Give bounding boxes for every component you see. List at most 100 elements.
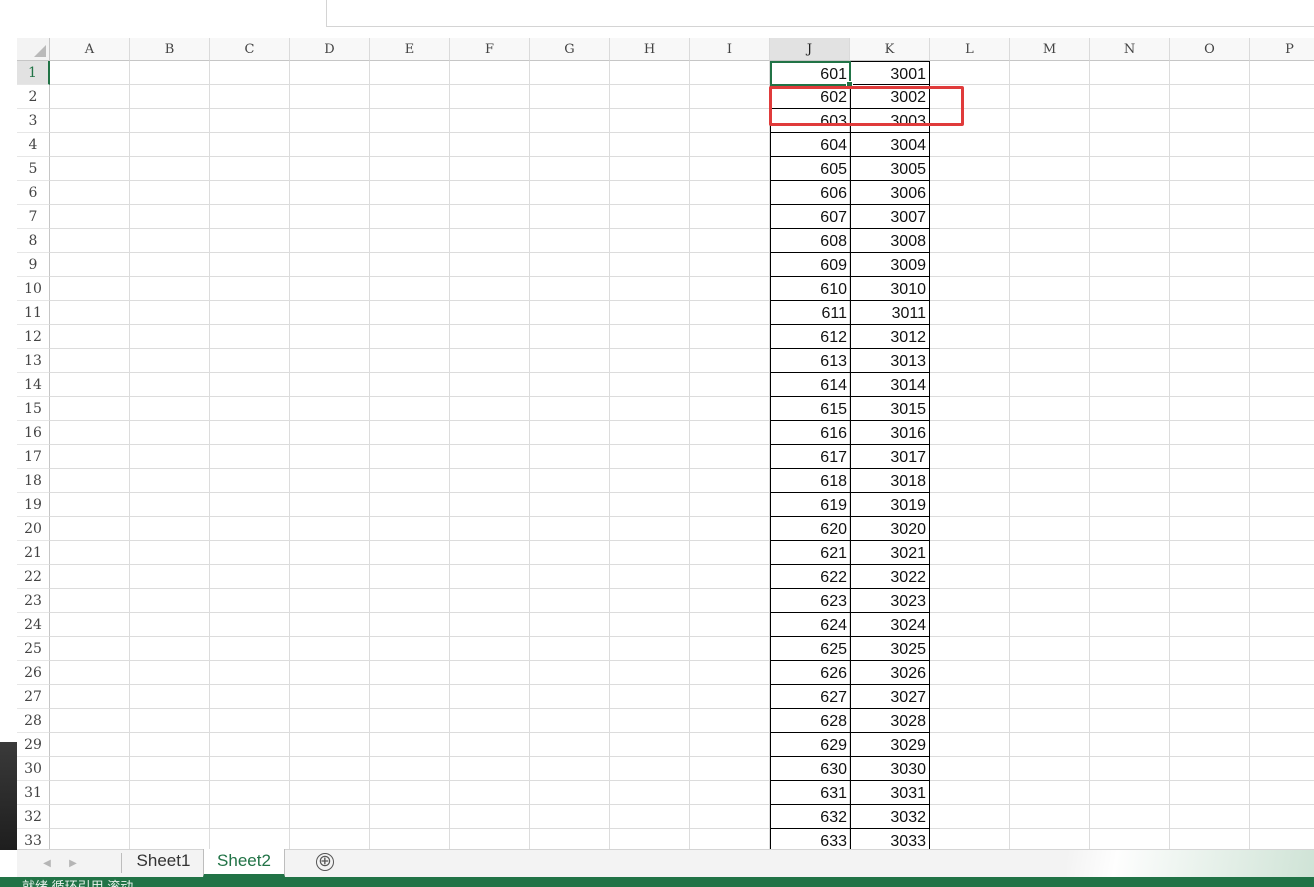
row-header-3[interactable]: 3 — [17, 109, 50, 133]
cell-k11[interactable]: 3011 — [850, 301, 930, 325]
cell-j32[interactable]: 632 — [770, 805, 850, 829]
row-header-27[interactable]: 27 — [17, 685, 50, 709]
tab-scroll-right-icon[interactable]: ▶ — [63, 855, 83, 873]
cell-j21[interactable]: 621 — [770, 541, 850, 565]
cell-k10[interactable]: 3010 — [850, 277, 930, 301]
column-header-e[interactable]: E — [370, 38, 450, 61]
cell-k13[interactable]: 3013 — [850, 349, 930, 373]
row-header-31[interactable]: 31 — [17, 781, 50, 805]
add-sheet-icon[interactable]: ⊕ — [316, 853, 334, 871]
row-header-21[interactable]: 21 — [17, 541, 50, 565]
cell-j2[interactable]: 602 — [770, 85, 850, 109]
row-header-18[interactable]: 18 — [17, 469, 50, 493]
tab-sheet1[interactable]: Sheet1 — [124, 849, 204, 877]
column-header-k[interactable]: K — [850, 38, 930, 61]
cell-k16[interactable]: 3016 — [850, 421, 930, 445]
row-header-4[interactable]: 4 — [17, 133, 50, 157]
column-header-a[interactable]: A — [50, 38, 130, 61]
column-header-l[interactable]: L — [930, 38, 1010, 61]
cell-k17[interactable]: 3017 — [850, 445, 930, 469]
row-header-33[interactable]: 33 — [17, 829, 50, 849]
cell-j9[interactable]: 609 — [770, 253, 850, 277]
tab-sheet2[interactable]: Sheet2 — [203, 849, 285, 877]
cell-k31[interactable]: 3031 — [850, 781, 930, 805]
row-header-23[interactable]: 23 — [17, 589, 50, 613]
cell-k18[interactable]: 3018 — [850, 469, 930, 493]
row-header-8[interactable]: 8 — [17, 229, 50, 253]
column-header-n[interactable]: N — [1090, 38, 1170, 61]
tab-scroll-left-icon[interactable]: ◀ — [37, 855, 57, 873]
column-header-i[interactable]: I — [690, 38, 770, 61]
cell-j24[interactable]: 624 — [770, 613, 850, 637]
cell-k24[interactable]: 3024 — [850, 613, 930, 637]
cell-j33[interactable]: 633 — [770, 829, 850, 849]
cell-j6[interactable]: 606 — [770, 181, 850, 205]
cell-k14[interactable]: 3014 — [850, 373, 930, 397]
cell-j8[interactable]: 608 — [770, 229, 850, 253]
row-header-6[interactable]: 6 — [17, 181, 50, 205]
row-header-20[interactable]: 20 — [17, 517, 50, 541]
cell-k32[interactable]: 3032 — [850, 805, 930, 829]
cell-j7[interactable]: 607 — [770, 205, 850, 229]
column-header-j[interactable]: J — [770, 38, 850, 61]
cell-j4[interactable]: 604 — [770, 133, 850, 157]
cell-j25[interactable]: 625 — [770, 637, 850, 661]
cell-k15[interactable]: 3015 — [850, 397, 930, 421]
cell-j29[interactable]: 629 — [770, 733, 850, 757]
row-header-11[interactable]: 11 — [17, 301, 50, 325]
cell-k19[interactable]: 3019 — [850, 493, 930, 517]
row-header-7[interactable]: 7 — [17, 205, 50, 229]
cell-k22[interactable]: 3022 — [850, 565, 930, 589]
cell-k12[interactable]: 3012 — [850, 325, 930, 349]
cell-k23[interactable]: 3023 — [850, 589, 930, 613]
row-header-25[interactable]: 25 — [17, 637, 50, 661]
cell-j19[interactable]: 619 — [770, 493, 850, 517]
row-header-28[interactable]: 28 — [17, 709, 50, 733]
cell-j11[interactable]: 611 — [770, 301, 850, 325]
cell-k4[interactable]: 3004 — [850, 133, 930, 157]
cell-k6[interactable]: 3006 — [850, 181, 930, 205]
cell-k25[interactable]: 3025 — [850, 637, 930, 661]
row-header-14[interactable]: 14 — [17, 373, 50, 397]
cell-j22[interactable]: 622 — [770, 565, 850, 589]
cell-j30[interactable]: 630 — [770, 757, 850, 781]
cell-k29[interactable]: 3029 — [850, 733, 930, 757]
row-header-30[interactable]: 30 — [17, 757, 50, 781]
row-header-24[interactable]: 24 — [17, 613, 50, 637]
cell-j23[interactable]: 623 — [770, 589, 850, 613]
row-header-10[interactable]: 10 — [17, 277, 50, 301]
row-header-16[interactable]: 16 — [17, 421, 50, 445]
cell-k5[interactable]: 3005 — [850, 157, 930, 181]
column-header-m[interactable]: M — [1010, 38, 1090, 61]
cell-j13[interactable]: 613 — [770, 349, 850, 373]
cell-k26[interactable]: 3026 — [850, 661, 930, 685]
column-header-b[interactable]: B — [130, 38, 210, 61]
cell-j15[interactable]: 615 — [770, 397, 850, 421]
cell-j14[interactable]: 614 — [770, 373, 850, 397]
row-header-13[interactable]: 13 — [17, 349, 50, 373]
row-header-17[interactable]: 17 — [17, 445, 50, 469]
row-header-32[interactable]: 32 — [17, 805, 50, 829]
cell-j10[interactable]: 610 — [770, 277, 850, 301]
row-header-29[interactable]: 29 — [17, 733, 50, 757]
row-header-1[interactable]: 1 — [17, 61, 50, 85]
cell-j17[interactable]: 617 — [770, 445, 850, 469]
cell-j27[interactable]: 627 — [770, 685, 850, 709]
cell-j1[interactable]: 601 — [770, 61, 850, 85]
column-header-h[interactable]: H — [610, 38, 690, 61]
cell-grid[interactable] — [50, 61, 1314, 849]
cell-k3[interactable]: 3003 — [850, 109, 930, 133]
row-header-26[interactable]: 26 — [17, 661, 50, 685]
cell-k8[interactable]: 3008 — [850, 229, 930, 253]
cell-j3[interactable]: 603 — [770, 109, 850, 133]
row-header-19[interactable]: 19 — [17, 493, 50, 517]
cell-j18[interactable]: 618 — [770, 469, 850, 493]
row-header-22[interactable]: 22 — [17, 565, 50, 589]
formula-input[interactable] — [326, 0, 1314, 27]
cell-k20[interactable]: 3020 — [850, 517, 930, 541]
cell-j16[interactable]: 616 — [770, 421, 850, 445]
cell-j12[interactable]: 612 — [770, 325, 850, 349]
column-header-c[interactable]: C — [210, 38, 290, 61]
row-header-2[interactable]: 2 — [17, 85, 50, 109]
cell-k21[interactable]: 3021 — [850, 541, 930, 565]
